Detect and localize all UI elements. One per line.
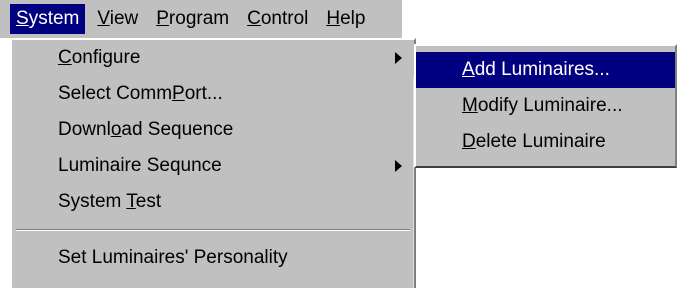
menu-view-accelerator: V xyxy=(97,8,110,29)
menu-bar: System View Program Control Help xyxy=(0,0,402,38)
configure-submenu: Add Luminaires... Modify Luminaire... De… xyxy=(414,44,677,168)
menu-help[interactable]: Help xyxy=(320,4,371,34)
menu-item-download-sequence-accelerator: o xyxy=(110,119,122,140)
menu-item-system-test-accelerator: T xyxy=(126,191,136,212)
menu-system[interactable]: System xyxy=(10,4,86,34)
menu-item-select-commport[interactable]: Select CommPort... xyxy=(12,76,414,112)
menu-item-download-sequence[interactable]: Download Sequence xyxy=(12,112,414,148)
submenu-item-delete-luminaire[interactable]: Delete Luminaire xyxy=(416,124,675,160)
submenu-item-modify-luminaire[interactable]: Modify Luminaire... xyxy=(416,88,675,124)
menu-item-set-luminaires-personality[interactable]: Set Luminaires' Personality xyxy=(12,240,414,276)
menu-item-configure[interactable]: Configure xyxy=(12,40,414,76)
submenu-item-add-luminaires-accelerator: A xyxy=(462,59,475,80)
submenu-item-modify-luminaire-accelerator: M xyxy=(462,95,478,116)
submenu-item-add-luminaires[interactable]: Add Luminaires... xyxy=(416,52,675,88)
menu-program-accelerator: P xyxy=(156,8,169,29)
menu-control[interactable]: Control xyxy=(241,4,314,34)
menu-separator xyxy=(16,229,410,231)
menu-item-luminaire-sequence[interactable]: Luminaire Sequnce xyxy=(12,148,414,184)
menu-control-accelerator: C xyxy=(247,8,261,29)
menu-help-accelerator: H xyxy=(326,8,341,29)
menu-program[interactable]: Program xyxy=(150,4,235,34)
menu-item-select-commport-accelerator: P xyxy=(172,83,185,104)
menu-item-configure-accelerator: C xyxy=(58,47,72,68)
submenu-arrow-icon xyxy=(395,52,402,64)
menu-view[interactable]: View xyxy=(91,4,144,34)
submenu-arrow-icon xyxy=(395,160,402,172)
system-menu-dropdown: Configure Select CommPort... Download Se… xyxy=(10,38,416,288)
submenu-item-delete-luminaire-accelerator: D xyxy=(462,131,476,152)
menu-item-system-test[interactable]: System Test xyxy=(12,184,414,220)
menu-system-accelerator: S xyxy=(16,8,29,29)
